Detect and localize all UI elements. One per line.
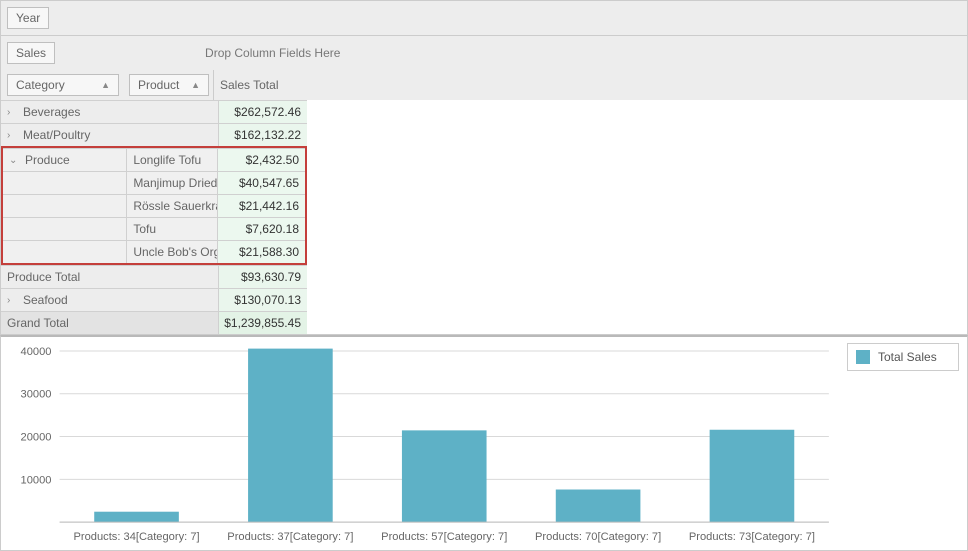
pivot-filter-area[interactable]: Year bbox=[1, 1, 967, 36]
svg-text:20000: 20000 bbox=[21, 432, 52, 444]
product-row[interactable]: Manjimup Dried A... $40,547.65 bbox=[3, 171, 305, 194]
product-row[interactable]: Uncle Bob's Orga... $21,588.30 bbox=[3, 240, 305, 263]
field-label: Sales bbox=[16, 46, 46, 60]
data-field-sales[interactable]: Sales bbox=[7, 42, 55, 64]
legend-swatch bbox=[856, 350, 870, 364]
category-row[interactable]: ›Beverages $262,572.46 bbox=[1, 100, 307, 123]
bar-chart: 10000 20000 30000 40000 Products: 34[Categor… bbox=[9, 343, 839, 546]
chevron-right-icon[interactable]: › bbox=[7, 107, 17, 118]
chevron-right-icon[interactable]: › bbox=[7, 295, 17, 306]
filter-field-year[interactable]: Year bbox=[7, 7, 49, 29]
grand-total-row: Grand Total $1,239,855.45 bbox=[1, 311, 307, 334]
bar[interactable] bbox=[710, 430, 795, 522]
chevron-right-icon[interactable]: › bbox=[7, 130, 17, 141]
field-label: Category bbox=[16, 78, 65, 92]
subtotal-row: Produce Total $93,630.79 bbox=[1, 265, 307, 288]
bar[interactable] bbox=[556, 490, 641, 523]
product-row[interactable]: Rössle Sauerkraut $21,442.16 bbox=[3, 194, 305, 217]
sort-asc-icon: ▲ bbox=[101, 80, 110, 90]
row-field-product[interactable]: Product ▲ bbox=[129, 74, 209, 96]
chart-region: 10000 20000 30000 40000 Products: 34[Categor… bbox=[0, 335, 968, 551]
svg-text:Products: 37[Category: 7]: Products: 37[Category: 7] bbox=[227, 531, 353, 543]
category-row-expanded[interactable]: ⌄Produce Longlife Tofu $2,432.50 bbox=[3, 148, 305, 171]
svg-text:Products: 34[Category: 7]: Products: 34[Category: 7] bbox=[73, 531, 199, 543]
pivot-body: ›Beverages $262,572.46 ›Meat/Poultry $16… bbox=[1, 100, 307, 334]
field-label: Year bbox=[16, 11, 40, 25]
product-row[interactable]: Tofu $7,620.18 bbox=[3, 217, 305, 240]
svg-text:30000: 30000 bbox=[21, 389, 52, 401]
bar[interactable] bbox=[248, 349, 333, 523]
pivot-row-header: Category ▲ Product ▲ Sales Total bbox=[1, 70, 967, 100]
bar[interactable] bbox=[402, 430, 487, 522]
field-label: Product bbox=[138, 78, 179, 92]
chart-plot: 10000 20000 30000 40000 Products: 34[Categor… bbox=[9, 343, 839, 546]
sort-asc-icon: ▲ bbox=[191, 80, 200, 90]
category-row[interactable]: ›Meat/Poultry $162,132.22 bbox=[1, 123, 307, 146]
column-drop-hint[interactable]: Drop Column Fields Here bbox=[65, 46, 967, 60]
value-header: Sales Total bbox=[213, 70, 301, 100]
selected-category-block: ⌄Produce Longlife Tofu $2,432.50 Manjimu… bbox=[1, 146, 307, 265]
svg-text:40000: 40000 bbox=[21, 346, 52, 358]
legend-label: Total Sales bbox=[878, 350, 937, 364]
pivot-grid: Year Sales Drop Column Fields Here Categ… bbox=[0, 0, 968, 335]
row-field-category[interactable]: Category ▲ bbox=[7, 74, 119, 96]
chart-legend: Total Sales bbox=[847, 343, 959, 371]
svg-text:10000: 10000 bbox=[21, 474, 52, 486]
bar[interactable] bbox=[94, 512, 179, 522]
svg-text:Products: 73[Category: 7]: Products: 73[Category: 7] bbox=[689, 531, 815, 543]
chevron-down-icon[interactable]: ⌄ bbox=[9, 155, 19, 166]
svg-text:Products: 57[Category: 7]: Products: 57[Category: 7] bbox=[381, 531, 507, 543]
pivot-data-column-area: Sales Drop Column Fields Here bbox=[1, 36, 967, 70]
category-row[interactable]: ›Seafood $130,070.13 bbox=[1, 288, 307, 311]
svg-text:Products: 70[Category: 7]: Products: 70[Category: 7] bbox=[535, 531, 661, 543]
